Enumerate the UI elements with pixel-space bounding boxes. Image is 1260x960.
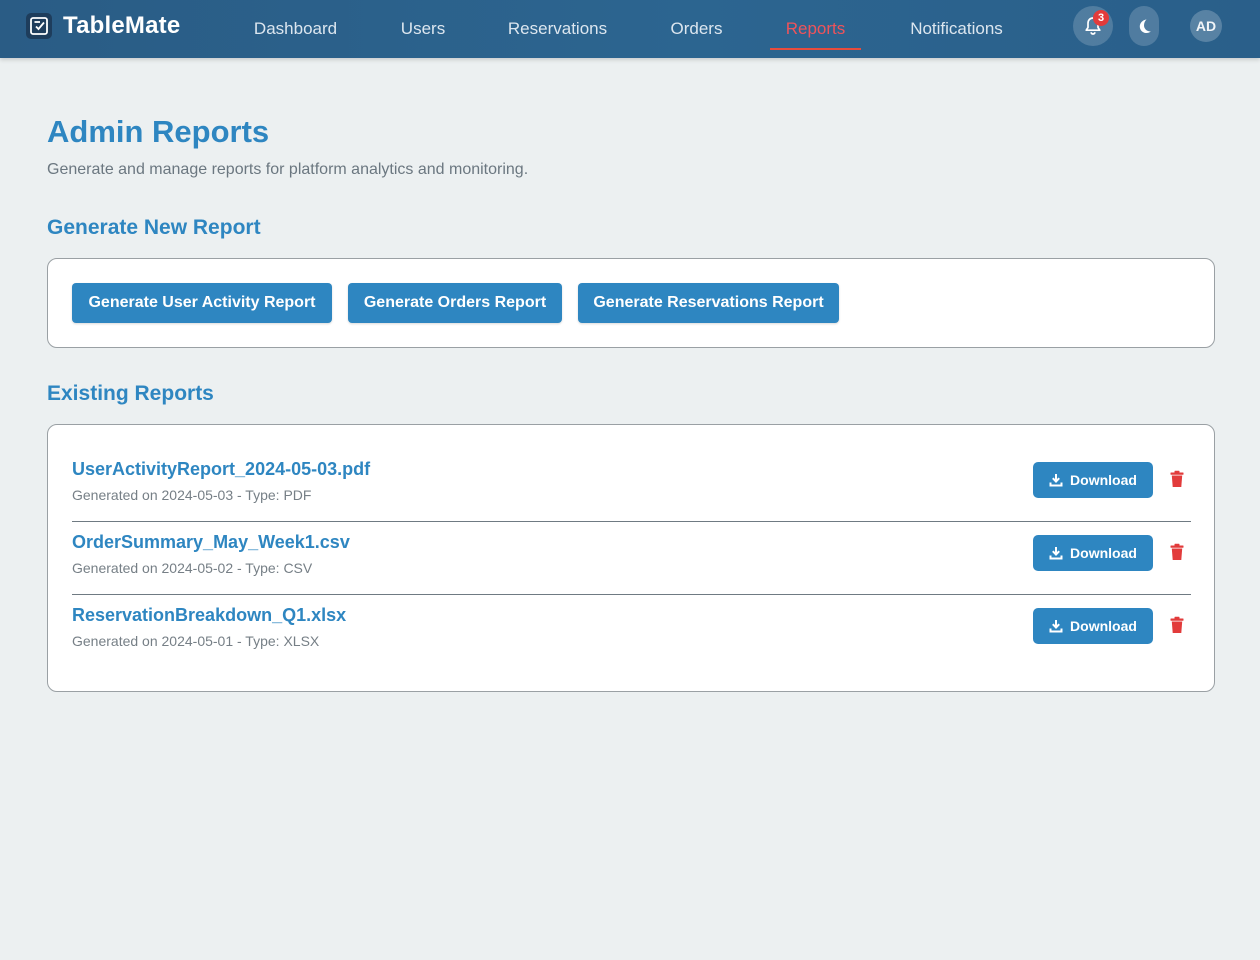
report-name[interactable]: OrderSummary_May_Week1.csv	[72, 532, 350, 553]
notification-count-badge: 3	[1093, 10, 1109, 26]
report-row: ReservationBreakdown_Q1.xlsx Generated o…	[72, 595, 1191, 668]
theme-toggle-button[interactable]	[1129, 6, 1159, 46]
trash-icon[interactable]	[1169, 616, 1185, 634]
active-nav-indicator	[770, 48, 861, 50]
download-icon	[1049, 474, 1063, 487]
moon-icon	[1139, 19, 1151, 33]
download-label: Download	[1070, 618, 1137, 634]
download-icon	[1049, 620, 1063, 633]
nav-notifications[interactable]: Notifications	[908, 0, 1005, 58]
top-navbar: TableMate Dashboard Users Reservations O…	[0, 0, 1260, 58]
trash-icon[interactable]	[1169, 543, 1185, 561]
existing-section-title: Existing Reports	[47, 382, 214, 405]
generate-orders-report-button[interactable]: Generate Orders Report	[348, 283, 562, 323]
generate-section-title: Generate New Report	[47, 216, 261, 239]
brand-name: TableMate	[63, 12, 181, 39]
nav-orders[interactable]: Orders	[670, 0, 723, 58]
generate-report-card: Generate User Activity Report Generate O…	[47, 258, 1215, 348]
report-row: UserActivityReport_2024-05-03.pdf Genera…	[72, 449, 1191, 522]
logo-icon	[26, 13, 52, 39]
report-name[interactable]: ReservationBreakdown_Q1.xlsx	[72, 605, 346, 626]
user-avatar[interactable]: AD	[1190, 10, 1222, 42]
report-meta: Generated on 2024-05-01 - Type: XLSX	[72, 633, 320, 649]
brand[interactable]: TableMate	[26, 12, 180, 40]
page-subtitle: Generate and manage reports for platform…	[47, 161, 529, 178]
page-title: Admin Reports	[47, 114, 270, 149]
nav-dashboard[interactable]: Dashboard	[254, 0, 337, 58]
existing-reports-card: UserActivityReport_2024-05-03.pdf Genera…	[47, 424, 1215, 692]
download-label: Download	[1070, 472, 1137, 488]
generate-user-activity-report-button[interactable]: Generate User Activity Report	[72, 283, 332, 323]
report-meta: Generated on 2024-05-03 - Type: PDF	[72, 487, 312, 503]
nav-reservations[interactable]: Reservations	[508, 0, 607, 58]
report-row: OrderSummary_May_Week1.csv Generated on …	[72, 522, 1191, 595]
generate-reservations-report-button[interactable]: Generate Reservations Report	[578, 283, 839, 323]
download-button[interactable]: Download	[1033, 535, 1153, 571]
download-button[interactable]: Download	[1033, 608, 1153, 644]
report-meta: Generated on 2024-05-02 - Type: CSV	[72, 560, 313, 576]
download-button[interactable]: Download	[1033, 462, 1153, 498]
notifications-button[interactable]: 3	[1073, 6, 1113, 46]
download-icon	[1049, 547, 1063, 560]
report-name[interactable]: UserActivityReport_2024-05-03.pdf	[72, 459, 370, 480]
download-label: Download	[1070, 545, 1137, 561]
trash-icon[interactable]	[1169, 470, 1185, 488]
nav-users[interactable]: Users	[400, 0, 446, 58]
